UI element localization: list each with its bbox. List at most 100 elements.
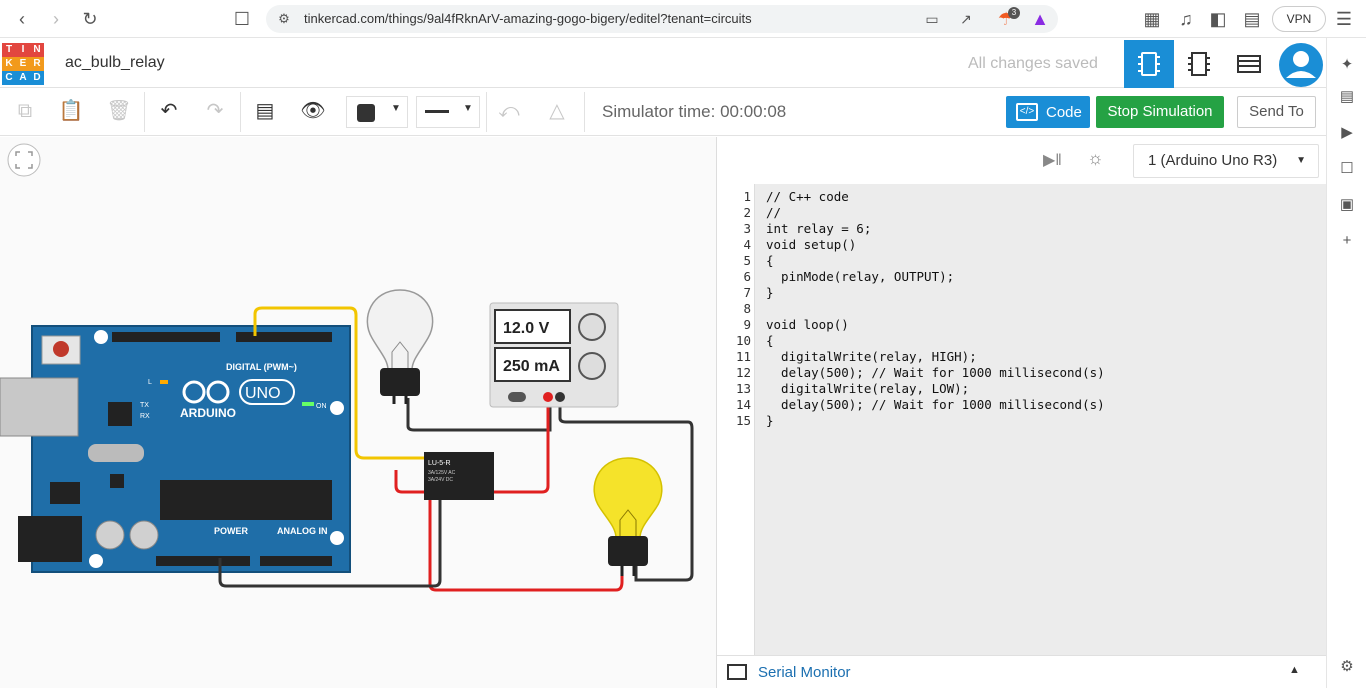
code-lines: 1// C++ code 2// 3 int relay = 6; 4 void s… [717, 189, 1327, 429]
playlist-icon[interactable]: ▶ [1338, 124, 1356, 142]
serial-monitor-bar[interactable]: Serial Monitor ▲ [717, 655, 1327, 688]
rotate-icon[interactable]: ⤺ [496, 98, 522, 124]
add-panel-icon[interactable]: + [1338, 232, 1356, 250]
current-knob[interactable] [578, 352, 606, 380]
send-to-button[interactable]: Send To [1237, 96, 1316, 128]
code-line: 7} [743, 285, 774, 300]
vpn-button[interactable]: VPN [1272, 6, 1326, 32]
code-button[interactable]: </> Code [1006, 96, 1090, 128]
light-bulb-lit[interactable] [593, 457, 663, 576]
forward-icon[interactable]: › [46, 9, 66, 29]
relay-name: LU-5-R [428, 460, 451, 467]
paste-icon[interactable]: 📋 [58, 98, 84, 124]
logo-letter: N [30, 43, 44, 57]
rewards-icon[interactable]: ▲ [1030, 9, 1050, 29]
bookmarks-icon[interactable]: ☐ [1338, 160, 1356, 178]
reading-list-icon[interactable]: ▤ [1338, 88, 1356, 106]
code-line: 3 int relay = 6; [743, 221, 872, 236]
code-button-label: Code [1046, 104, 1082, 121]
stop-simulation-button[interactable]: Stop Simulation [1096, 96, 1224, 128]
redo-icon[interactable]: ↷ [202, 98, 228, 124]
code-line-text: delay(500); // Wait for 1000 millisecond… [766, 365, 1105, 380]
code-line: 12 delay(500); // Wait for 1000 millisec… [735, 365, 1105, 380]
shield-badge: 3 [1008, 7, 1020, 19]
relay[interactable]: LU-5-R 3A/125V AC 3A/24V DC [424, 452, 494, 500]
usb-chip [108, 402, 132, 426]
delete-icon[interactable]: 🗑 [106, 98, 132, 124]
share-icon[interactable]: ↗ [956, 9, 976, 29]
copy-icon[interactable]: ⧉ [12, 98, 38, 124]
code-icon: </> [1016, 103, 1038, 121]
sidebar-settings-icon[interactable]: ⚙ [1338, 658, 1356, 676]
light-bulb-off[interactable] [366, 289, 434, 404]
list-icon [1237, 55, 1261, 73]
bulb2-red-wire[interactable] [428, 492, 624, 592]
toolbar-divider [486, 92, 487, 132]
wire-type-picker[interactable]: ▼ [416, 96, 480, 128]
notes-icon[interactable]: ▤ [252, 98, 278, 124]
supply-positive-wire[interactable] [492, 398, 550, 494]
arduino-uno-board[interactable]: ARDUINO UNO DIGITAL (PWM~) POWER ANALOG … [0, 325, 351, 573]
header-analog [260, 556, 332, 566]
color-picker[interactable]: ▼ [346, 96, 408, 128]
tinkercad-logo[interactable]: T I N K E R C A D [2, 43, 46, 85]
code-line: 14 delay(500); // Wait for 1000 millisec… [735, 397, 1105, 412]
chevron-down-icon: ▼ [391, 103, 401, 114]
fit-view-icon[interactable] [7, 143, 41, 177]
chevron-down-icon: ▼ [463, 103, 473, 114]
wallet-icon[interactable]: ▤ [1242, 9, 1262, 29]
site-settings-icon[interactable]: ⚙ [274, 9, 294, 29]
wallet-panel-icon[interactable]: ▣ [1338, 196, 1356, 214]
project-name[interactable]: ac_bulb_relay [65, 54, 165, 72]
relay-red-wire[interactable] [394, 470, 426, 494]
component-list-button[interactable] [1224, 40, 1274, 88]
device-select[interactable]: 1 (Arduino Uno R3) ▼ [1133, 144, 1319, 178]
bookmark-icon[interactable]: ☐ [232, 9, 252, 29]
code-line: 2// [743, 205, 782, 220]
positive-terminal[interactable] [543, 392, 553, 402]
power-switch[interactable] [508, 392, 526, 402]
dc-power-supply[interactable]: 12.0 V 250 mA [489, 302, 619, 408]
code-panel: ▶‖ ☼ 1 (Arduino Uno R3) ▼ 1// C++ code 2… [716, 137, 1327, 688]
code-line-text: // [766, 205, 782, 220]
circuit-canvas[interactable]: ARDUINO UNO DIGITAL (PWM~) POWER ANALOG … [0, 137, 716, 688]
monitor-icon [727, 664, 747, 680]
rx-label: RX [140, 413, 150, 420]
flip-icon[interactable]: △ [544, 98, 570, 124]
code-line-text: } [766, 285, 774, 300]
board-model-label: UNO [245, 385, 281, 402]
mount-hole [94, 330, 108, 344]
cast-icon[interactable]: ▭ [922, 9, 942, 29]
usb-port [0, 377, 79, 437]
circuit-chip-icon [1138, 52, 1160, 76]
color-swatch [357, 104, 375, 122]
current-readout: 250 mA [503, 358, 560, 375]
back-icon[interactable]: ‹ [12, 9, 32, 29]
sidebar-icon[interactable]: ◧ [1208, 9, 1228, 29]
code-editor[interactable]: 1// C++ code 2// 3 int relay = 6; 4 void s… [717, 184, 1327, 655]
notes-visibility-icon[interactable]: 👁 [300, 98, 326, 124]
step-icon[interactable]: ▶‖ [1043, 150, 1062, 170]
schematic-view-button[interactable] [1174, 40, 1224, 88]
toolbar-divider [144, 92, 145, 132]
music-icon[interactable]: ♫ [1176, 9, 1196, 29]
circuit-view-button[interactable] [1124, 40, 1174, 88]
toolbar-divider [240, 92, 241, 132]
extensions-icon[interactable]: ▦ [1142, 9, 1162, 29]
chevron-up-icon[interactable]: ▲ [1289, 664, 1300, 676]
address-bar[interactable]: ⚙ tinkercad.com/things/9al4fRknArV-amazi… [266, 5, 1058, 33]
undo-icon[interactable]: ↶ [156, 98, 182, 124]
debugger-icon[interactable]: ☼ [1087, 148, 1104, 169]
on-led [302, 402, 314, 406]
digital-pins-label: DIGITAL (PWM~) [226, 362, 297, 372]
save-status: All changes saved [968, 55, 1098, 72]
reload-icon[interactable]: ↻ [80, 9, 100, 29]
voltage-knob[interactable] [578, 313, 606, 341]
leo-ai-icon[interactable]: ✦ [1338, 56, 1356, 74]
logo-letter: R [30, 57, 44, 71]
logo-letter: K [2, 57, 16, 71]
menu-icon[interactable]: ☰ [1334, 9, 1354, 29]
user-avatar[interactable] [1276, 40, 1326, 88]
wire-style-icon [425, 110, 449, 113]
negative-terminal[interactable] [555, 392, 565, 402]
